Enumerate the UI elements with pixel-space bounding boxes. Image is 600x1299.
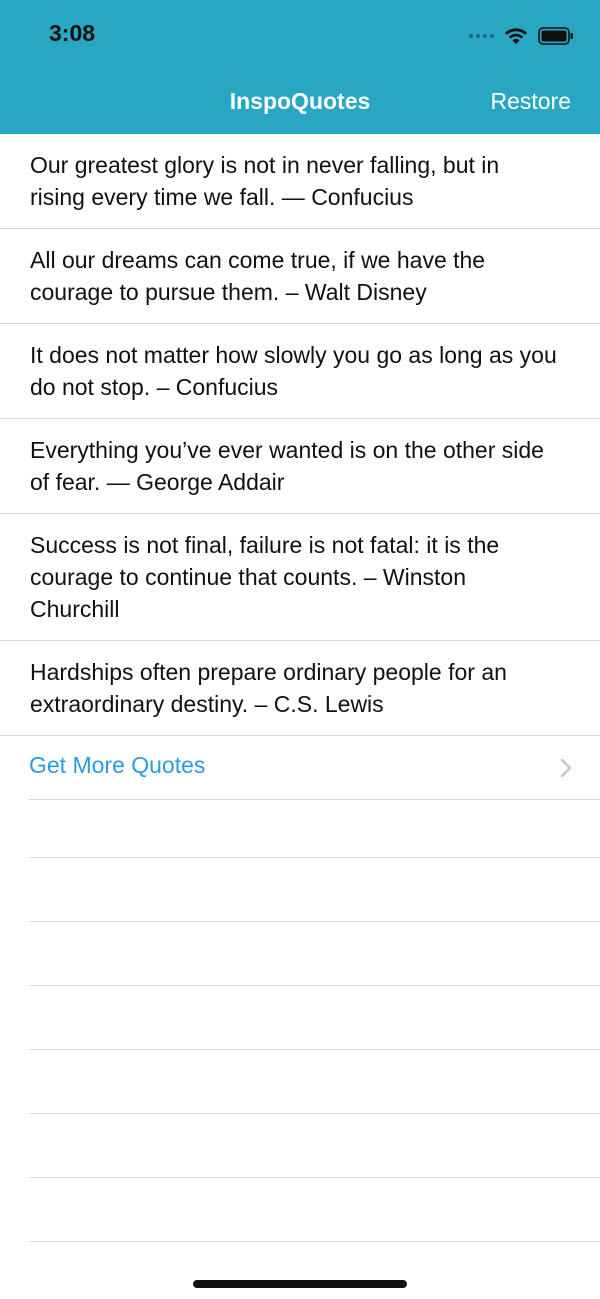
empty-row-separator [29,1177,600,1178]
get-more-quotes-row[interactable]: Get More Quotes [29,736,600,800]
home-indicator[interactable] [193,1280,407,1288]
empty-row-separator [29,1241,600,1242]
quote-row[interactable]: Our greatest glory is not in never falli… [0,134,600,229]
signal-icon [469,34,494,38]
wifi-icon [505,28,527,44]
chevron-right-icon [560,758,572,778]
quote-row[interactable]: Hardships often prepare ordinary people … [0,641,600,736]
quote-row[interactable]: All our dreams can come true, if we have… [0,229,600,324]
quote-row[interactable]: It does not matter how slowly you go as … [0,324,600,419]
restore-button[interactable]: Restore [490,88,571,115]
app-screen: 3:08 InspoQuotes Restore Our greatest gl… [0,0,600,1299]
quote-row[interactable]: Everything you’ve ever wanted is on the … [0,419,600,514]
quotes-list: Our greatest glory is not in never falli… [0,134,600,800]
empty-row-separator [29,857,600,858]
empty-row-separator [29,921,600,922]
battery-icon [538,27,573,45]
empty-row-separator [29,1113,600,1114]
empty-row-separator [29,1049,600,1050]
quote-row[interactable]: Success is not final, failure is not fat… [0,514,600,641]
nav-header: 3:08 InspoQuotes Restore [0,0,600,134]
get-more-quotes-label: Get More Quotes [29,752,206,778]
status-icons [469,24,574,48]
empty-row-separator [29,985,600,986]
status-time: 3:08 [49,20,96,46]
